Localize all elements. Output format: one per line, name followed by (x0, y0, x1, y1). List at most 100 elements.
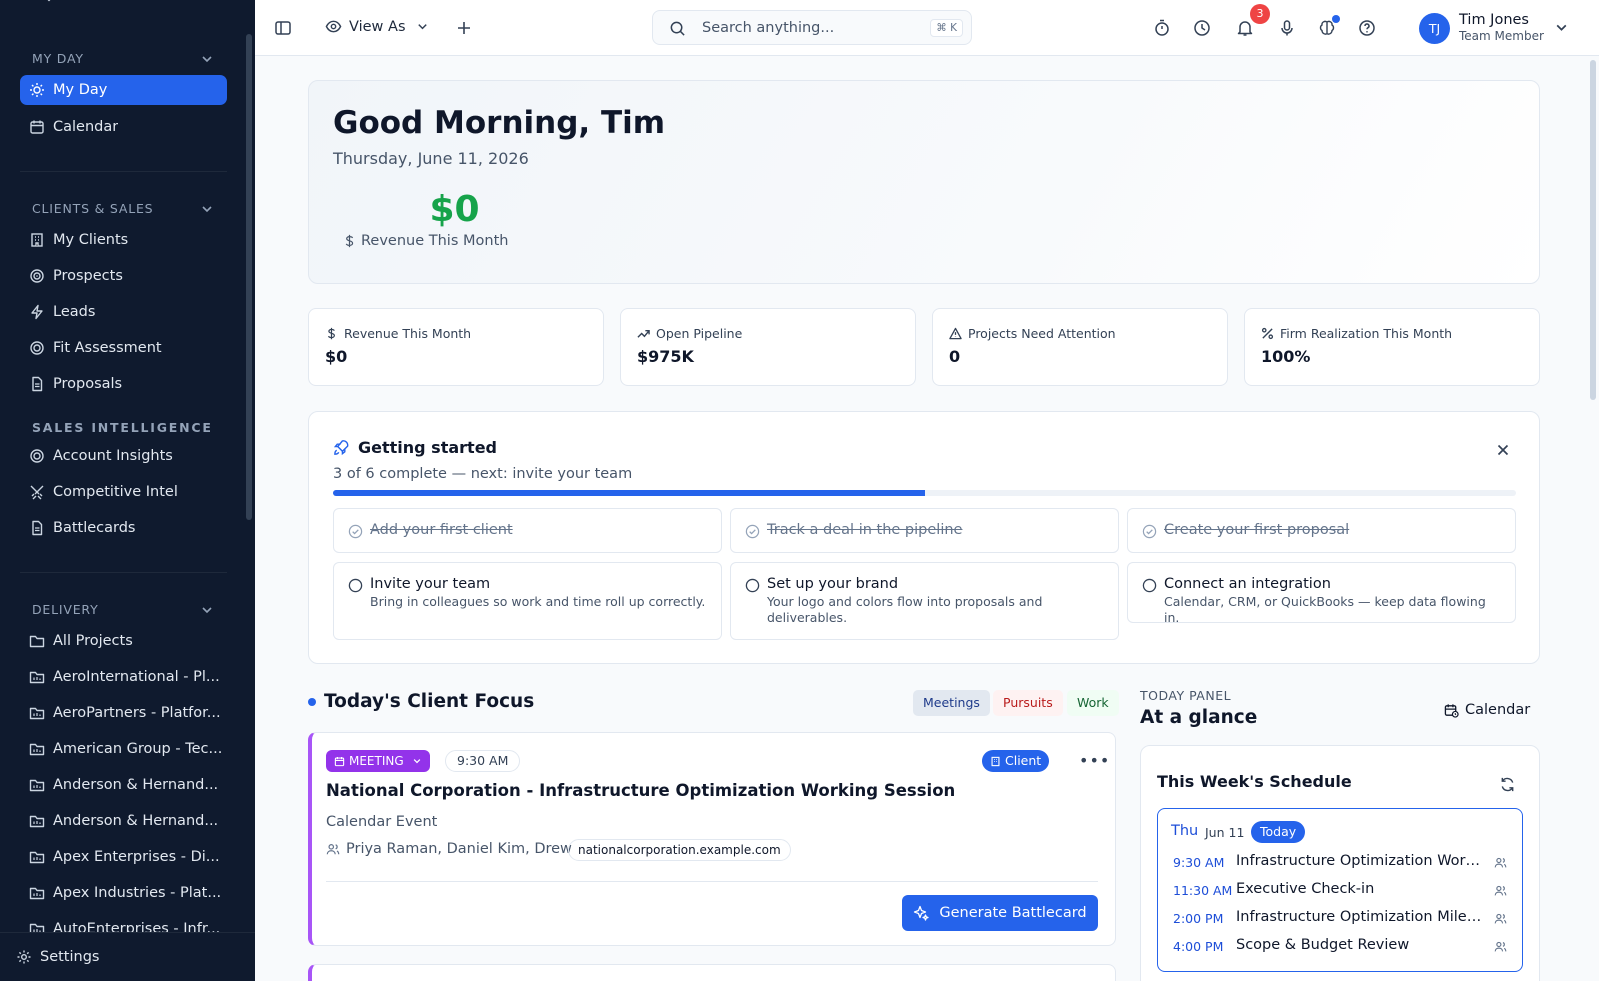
client-badge-label: Client (1005, 753, 1042, 768)
sidebar-item-all-projects[interactable]: All Projects (20, 626, 227, 656)
event-name: Scope & Budget Review (1236, 937, 1410, 953)
sidebar-item-label: Apex Industries - Plat... (53, 885, 222, 901)
event-time: 2:00 PM (1173, 911, 1224, 926)
sidebar-item-project[interactable]: AeroPartners - Platfor... (20, 698, 227, 728)
dollar-icon (345, 234, 354, 248)
stat-card-revenue[interactable]: Revenue This Month $0 (308, 308, 604, 386)
stat-card-pipeline[interactable]: Open Pipeline $975K (620, 308, 916, 386)
task-title: Set up your brand (767, 576, 899, 592)
clock-icon[interactable] (1193, 19, 1211, 37)
refresh-icon[interactable] (1499, 776, 1516, 793)
sidebar-toggle-icon[interactable] (274, 19, 292, 37)
circle-icon[interactable] (745, 578, 760, 593)
stat-card-projects-attention[interactable]: Projects Need Attention 0 (932, 308, 1228, 386)
chevron-down-icon[interactable] (1554, 20, 1569, 35)
sidebar-item-label: My Clients (53, 232, 129, 248)
sidebar-item-project[interactable]: Apex Enterprises - Di... (20, 842, 227, 872)
client-badge: Client (982, 750, 1050, 772)
sidebar-item-project[interactable]: AutoEnterprises - Infr... (20, 914, 227, 932)
avatar[interactable]: TJ (1419, 13, 1450, 44)
task-title: Track a deal in the pipeline (767, 522, 963, 538)
sidebar-item-proposals[interactable]: Proposals (20, 369, 227, 399)
generate-battlecard-button[interactable]: Generate Battlecard (902, 895, 1098, 931)
check-circle-icon (348, 524, 363, 539)
today-panel-title: At a glance (1140, 707, 1258, 728)
sidebar-item-project[interactable]: American Group - Tec... (20, 734, 227, 764)
sidebar-divider (20, 572, 227, 573)
section-clients-sales: CLIENTS & SALES (32, 201, 154, 216)
bell-icon[interactable] (1236, 19, 1254, 37)
sidebar-scrollbar[interactable] (246, 34, 252, 520)
onboarding-task[interactable]: Add your first client (333, 508, 722, 553)
attendees: Priya Raman, Daniel Kim, Drew (326, 841, 572, 857)
more-options-icon[interactable]: ••• (1079, 751, 1110, 770)
next-card[interactable] (308, 964, 1116, 981)
weekly-schedule: This Week's Schedule Thu Jun 11 Today 9:… (1140, 745, 1540, 981)
main-scrollbar[interactable] (1590, 60, 1596, 400)
schedule-event[interactable]: 11:30 AM Executive Check-in (1173, 881, 1511, 901)
stat-card-realization[interactable]: Firm Realization This Month 100% (1244, 308, 1540, 386)
sidebar-item-settings[interactable]: Settings (0, 932, 255, 981)
domain-chip[interactable]: nationalcorporation.example.com (568, 839, 791, 861)
close-icon[interactable] (1495, 442, 1511, 458)
sidebar: MY DAY My Day Calendar CLIENTS & SALES M… (0, 0, 255, 981)
onboarding-task[interactable]: Track a deal in the pipeline (730, 508, 1119, 553)
task-description: Calendar, CRM, or QuickBooks — keep data… (1164, 594, 1486, 625)
search-input[interactable]: Search anything... ⌘ K (652, 10, 972, 45)
chevron-down-icon[interactable] (200, 202, 214, 216)
sidebar-item-project[interactable]: AeroInternational - Pl... (20, 662, 227, 692)
sidebar-item-prospects[interactable]: Prospects (20, 261, 227, 291)
filter-work[interactable]: Work (1067, 690, 1119, 716)
onboarding-task[interactable]: Set up your brand Your logo and colors fl… (730, 562, 1119, 640)
calendar-icon (30, 120, 44, 134)
users-icon (1494, 885, 1507, 896)
circle-icon[interactable] (348, 578, 363, 593)
schedule-day-today[interactable]: Thu Jun 11 Today 9:30 AM Infrastructure O… (1157, 808, 1523, 972)
event-name: Infrastructure Optimization Worki... (1236, 853, 1484, 869)
chevron-down-icon[interactable] (200, 52, 214, 66)
getting-started-title-text: Getting started (358, 438, 497, 457)
sidebar-item-fit-assessment[interactable]: Fit Assessment (20, 333, 227, 363)
chevron-down-icon[interactable] (200, 603, 214, 617)
sidebar-item-leads[interactable]: Leads (20, 297, 227, 327)
sidebar-item-label: Proposals (53, 376, 123, 392)
plus-icon[interactable] (455, 19, 473, 37)
microphone-icon[interactable] (1278, 19, 1296, 37)
sidebar-item-my-day[interactable]: My Day (20, 75, 227, 105)
event-name: Executive Check-in (1236, 881, 1375, 897)
help-icon[interactable] (1358, 19, 1376, 37)
sidebar-item-project[interactable]: Apex Industries - Plat... (20, 878, 227, 908)
sidebar-item-account-insights[interactable]: Account Insights (20, 441, 227, 471)
sidebar-item-calendar[interactable]: Calendar (20, 112, 227, 142)
user-name[interactable]: Tim Jones (1459, 12, 1529, 28)
sidebar-item-label: My Day (53, 82, 108, 98)
stat-label-text: Revenue This Month (344, 326, 472, 341)
schedule-event[interactable]: 9:30 AM Infrastructure Optimization Worki… (1173, 853, 1511, 873)
swords-icon (30, 485, 44, 500)
users-icon (326, 844, 340, 855)
sidebar-item-battlecards[interactable]: Battlecards (20, 513, 227, 543)
filter-meetings[interactable]: Meetings (913, 690, 990, 716)
sidebar-item-competitive-intel[interactable]: Competitive Intel (20, 477, 227, 507)
view-as-button[interactable]: View As (325, 18, 429, 35)
meeting-title[interactable]: National Corporation - Infrastructure Op… (326, 781, 955, 800)
circle-icon[interactable] (1142, 578, 1157, 593)
onboarding-task[interactable]: Connect an integration Calendar, CRM, or … (1127, 562, 1516, 625)
onboarding-task[interactable]: Invite your team Bring in colleagues so w… (333, 562, 722, 640)
meeting-tag[interactable]: MEETING (326, 750, 430, 772)
folder-icon (29, 635, 45, 648)
sidebar-item-my-clients[interactable]: My Clients (20, 225, 227, 255)
onboarding-task[interactable]: Create your first proposal (1127, 508, 1516, 553)
schedule-event[interactable]: 2:00 PM Infrastructure Optimization Miles… (1173, 909, 1511, 929)
timer-icon[interactable] (1153, 19, 1171, 37)
sidebar-item-project[interactable]: Anderson & Hernand... (20, 806, 227, 836)
event-time: 9:30 AM (1173, 855, 1225, 870)
filter-pursuits[interactable]: Pursuits (993, 690, 1063, 716)
folder-icon (29, 923, 45, 932)
schedule-event[interactable]: 4:00 PM Scope & Budget Review (1173, 937, 1511, 957)
calendar-link[interactable]: Calendar (1444, 702, 1530, 718)
sidebar-item-project[interactable]: Anderson & Hernand... (20, 770, 227, 800)
meeting-card[interactable]: MEETING 9:30 AM Client ••• National Corp… (308, 732, 1116, 946)
building-icon (991, 756, 1000, 766)
getting-started-title: Getting started (333, 438, 497, 457)
